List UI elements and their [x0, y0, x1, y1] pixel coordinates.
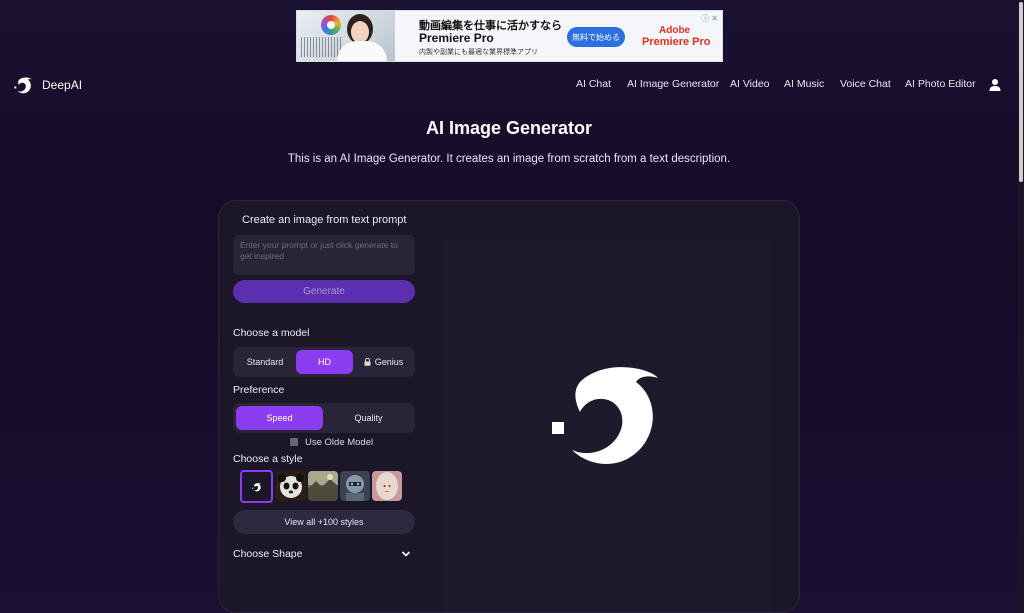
- nav-voice-chat[interactable]: Voice Chat: [840, 78, 891, 90]
- user-icon[interactable]: [988, 78, 1002, 92]
- nav-ai-chat[interactable]: AI Chat: [576, 78, 611, 90]
- top-nav: AI Chat AI Image Generator AI Video AI M…: [0, 78, 1024, 92]
- ad-banner[interactable]: 動画編集を仕事に活かすなら Premiere Pro 内製や副業にも最適な業界標…: [296, 10, 723, 62]
- nav-ai-photo-editor[interactable]: AI Photo Editor: [905, 78, 976, 90]
- ad-photo: [297, 11, 395, 61]
- page-scrollbar[interactable]: [1018, 0, 1024, 613]
- model-selector: Standard HD Genius: [233, 347, 415, 377]
- ad-tagline: 内製や副業にも最適な業界標準アプリ: [419, 48, 538, 56]
- choose-shape-toggle[interactable]: Choose Shape: [233, 546, 415, 562]
- style-landscape[interactable]: [308, 471, 338, 501]
- olde-model-checkbox[interactable]: [290, 438, 298, 446]
- ad-cta-button[interactable]: 無料で始める: [567, 27, 625, 47]
- style-panda[interactable]: [276, 471, 306, 501]
- deepai-logo-placeholder-icon: [552, 367, 658, 464]
- model-genius-label: Genius: [374, 357, 404, 367]
- preference-label: Preference: [233, 384, 285, 396]
- ad-product: Premiere Pro: [419, 31, 494, 45]
- model-genius[interactable]: Genius: [355, 350, 412, 374]
- ad-info-icon[interactable]: ⓘ ✕: [701, 13, 718, 24]
- model-hd-label: HD: [318, 357, 331, 367]
- chevron-down-icon: [401, 551, 411, 557]
- model-hd[interactable]: HD: [296, 350, 353, 374]
- nav-ai-video[interactable]: AI Video: [730, 78, 770, 90]
- nav-ai-music[interactable]: AI Music: [784, 78, 824, 90]
- model-standard-label: Standard: [246, 357, 284, 367]
- style-label: Choose a style: [233, 453, 303, 465]
- scrollbar-thumb[interactable]: [1019, 2, 1023, 182]
- style-deepai-logo[interactable]: [240, 470, 273, 503]
- color-wheel-icon: [321, 15, 341, 35]
- ad-brand-adobe: Adobe: [659, 25, 691, 36]
- model-standard[interactable]: Standard: [236, 350, 294, 374]
- style-robot[interactable]: [340, 471, 370, 501]
- style-thumbnails: [240, 470, 420, 505]
- page-title: AI Image Generator: [425, 118, 593, 138]
- view-all-styles-button[interactable]: View all +100 styles: [233, 510, 415, 534]
- preference-selector: Speed Quality: [233, 403, 415, 433]
- shape-label: Choose Shape: [233, 548, 303, 560]
- style-portrait[interactable]: [372, 471, 402, 501]
- deepai-logo-icon: [252, 483, 262, 492]
- preference-speed-label: Speed: [266, 413, 293, 423]
- audio-wave-graphic: [301, 37, 341, 57]
- nav-ai-image-generator[interactable]: AI Image Generator: [627, 78, 719, 90]
- prompt-input[interactable]: [233, 235, 415, 275]
- model-label: Choose a model: [233, 327, 310, 339]
- preference-quality-label: Quality: [354, 413, 383, 423]
- generate-button[interactable]: Generate: [233, 280, 415, 303]
- page-subtitle: This is an AI Image Generator. It create…: [287, 153, 731, 165]
- prompt-heading: Create an image from text prompt: [242, 214, 407, 226]
- lock-icon: [364, 358, 371, 366]
- olde-model-label: Use Olde Model: [305, 437, 374, 448]
- ad-brand-product: Premiere Pro: [642, 36, 711, 48]
- preference-speed[interactable]: Speed: [236, 406, 323, 430]
- preference-quality[interactable]: Quality: [325, 406, 412, 430]
